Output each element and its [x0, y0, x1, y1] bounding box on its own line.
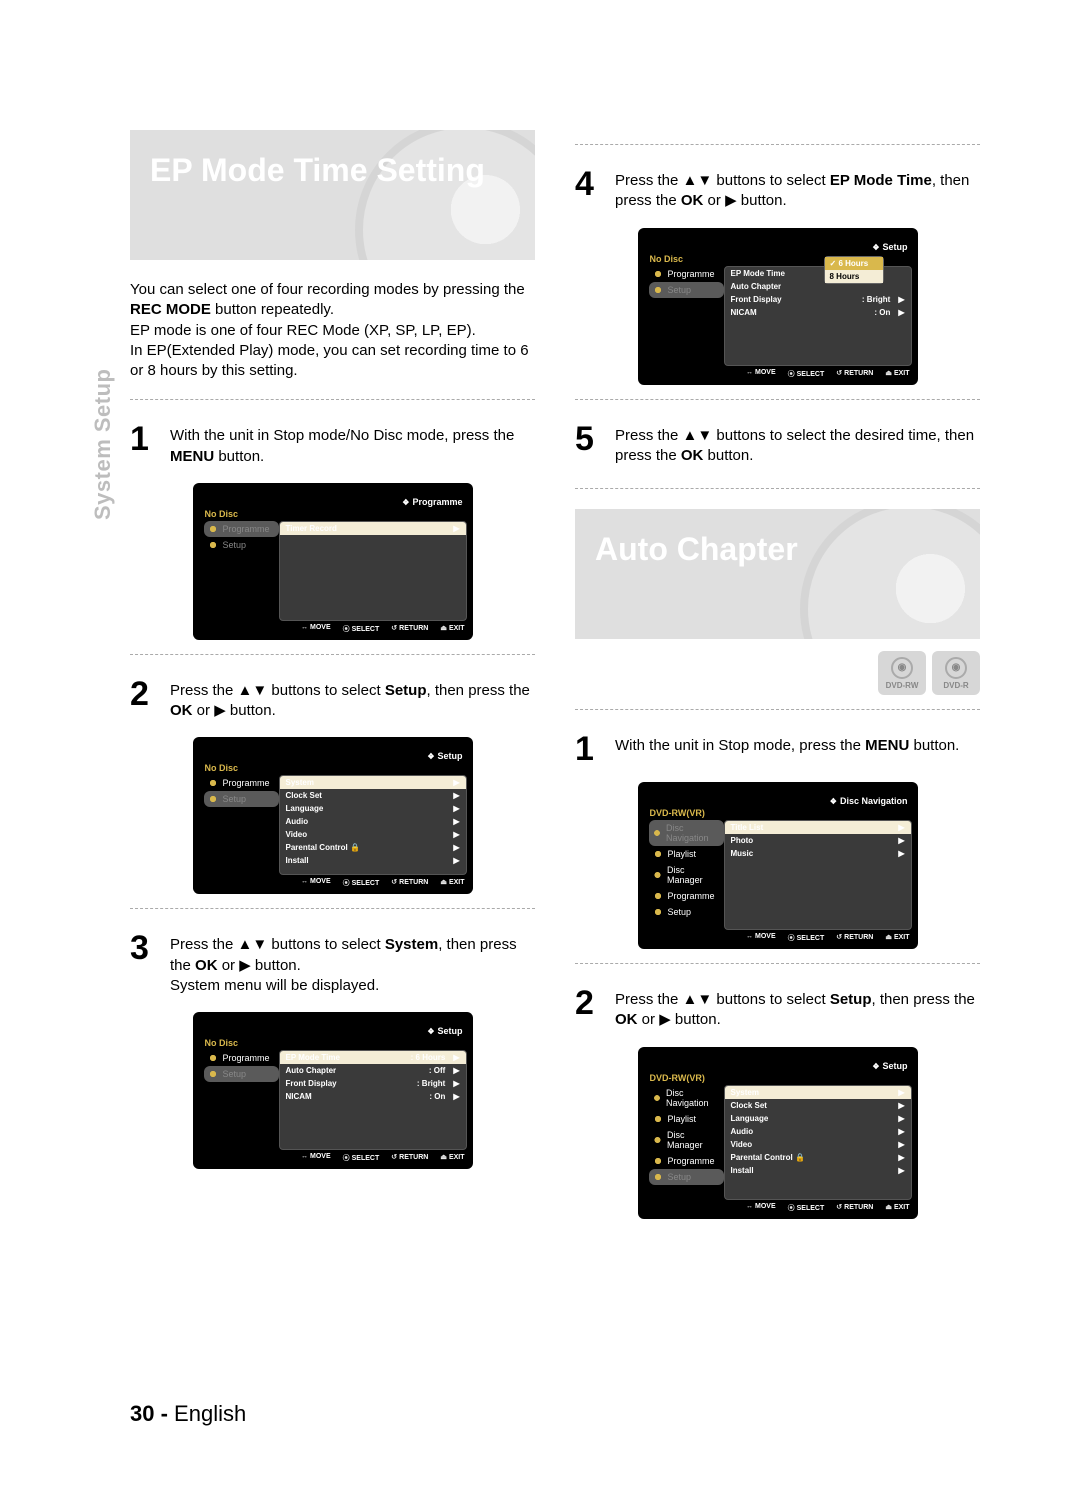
step-3: 3 Press the ▲▼ buttons to select System,…: [130, 923, 535, 1004]
ui-screenshot-3: ❖Setup No Disc Programme Setup EP Mode T…: [193, 1012, 473, 1169]
sidebar-item-disc-manager[interactable]: Disc Manager: [649, 862, 724, 888]
sidebar-item-setup[interactable]: Setup: [204, 537, 279, 553]
intro-text: You can select one of four recording mod…: [130, 280, 535, 381]
heading-auto-chapter: Auto Chapter: [575, 509, 980, 568]
divider: [575, 963, 980, 964]
menu-item[interactable]: Clock Set▶: [725, 1099, 911, 1112]
menu-item[interactable]: NICAM: On▶: [280, 1090, 466, 1103]
right-column: 4 Press the ▲▼ buttons to select EP Mode…: [575, 130, 980, 1231]
ac-step-2: 2 Press the ▲▼ buttons to select Setup, …: [575, 978, 980, 1039]
menu-item-system[interactable]: System▶: [280, 776, 466, 789]
menu-item[interactable]: Audio▶: [280, 815, 466, 828]
menu-item[interactable]: Parental Control 🔒▶: [280, 841, 466, 854]
sidebar-item-setup[interactable]: Setup: [204, 1066, 279, 1082]
menu-item[interactable]: Clock Set▶: [280, 789, 466, 802]
sidebar-item-setup[interactable]: Setup: [649, 904, 724, 920]
badge-dvd-rw: ◉DVD-RW: [878, 651, 926, 695]
menu-item[interactable]: Language▶: [725, 1112, 911, 1125]
sidebar-item-programme[interactable]: Programme: [204, 1050, 279, 1066]
sidebar-item-disc-navigation[interactable]: Disc Navigation: [649, 820, 724, 846]
menu-item[interactable]: Audio▶: [725, 1125, 911, 1138]
menu-item-ep-mode-time[interactable]: EP Mode Time: 6 Hours▶: [280, 1051, 466, 1064]
title-auto-chapter: Auto Chapter: [575, 509, 980, 639]
sidebar-item-setup[interactable]: Setup: [204, 791, 279, 807]
step-5: 5 Press the ▲▼ buttons to select the des…: [575, 414, 980, 475]
menu-item[interactable]: Parental Control 🔒▶: [725, 1151, 911, 1164]
left-column: EP Mode Time Setting You can select one …: [130, 130, 535, 1231]
sidebar-item-disc-navigation[interactable]: Disc Navigation: [649, 1085, 724, 1111]
screen-footer: ↔MOVE ⦿SELECT ↺RETURN ⏏EXIT: [638, 366, 918, 385]
sidebar-item-setup[interactable]: Setup: [649, 282, 724, 298]
screen-footer: ↔MOVE ⦿SELECT ↺RETURN ⏏EXIT: [193, 621, 473, 640]
menu-item-system[interactable]: System▶: [725, 1086, 911, 1099]
menu-item-title-list[interactable]: Title List▶: [725, 821, 911, 834]
screen-footer: ↔MOVE ⦿SELECT ↺RETURN ⏏EXIT: [193, 1150, 473, 1169]
heading-ep-mode: EP Mode Time Setting: [130, 130, 535, 189]
sidebar-item-playlist[interactable]: Playlist: [649, 1111, 724, 1127]
sidebar-item-programme[interactable]: Programme: [649, 266, 724, 282]
badge-dvd-r: ◉DVD-R: [932, 651, 980, 695]
ui-screenshot-6: ❖Setup DVD-RW(VR) Disc Navigation Playli…: [638, 1047, 918, 1219]
screen-footer: ↔MOVE ⦿SELECT ↺RETURN ⏏EXIT: [193, 875, 473, 894]
disc-type-badges: ◉DVD-RW ◉DVD-R: [575, 651, 980, 695]
sidebar-item-programme[interactable]: Programme: [204, 521, 279, 537]
option-6-hours[interactable]: ✓ 6 Hours: [825, 257, 883, 270]
sidebar-item-programme[interactable]: Programme: [649, 888, 724, 904]
menu-item[interactable]: Front Display: Bright▶: [725, 293, 911, 306]
title-ep-mode: EP Mode Time Setting: [130, 130, 535, 260]
menu-item[interactable]: Install▶: [725, 1164, 911, 1177]
sidebar-item-programme[interactable]: Programme: [649, 1153, 724, 1169]
menu-item[interactable]: Front Display: Bright▶: [280, 1077, 466, 1090]
ui-screenshot-5: ❖Disc Navigation DVD-RW(VR) Disc Navigat…: [638, 782, 918, 949]
step-1: 1 With the unit in Stop mode/No Disc mod…: [130, 414, 535, 475]
divider: [130, 654, 535, 655]
ui-screenshot-2: ❖Setup No Disc Programme Setup System▶ C…: [193, 737, 473, 894]
menu-item[interactable]: Language▶: [280, 802, 466, 815]
sidebar-item-disc-manager[interactable]: Disc Manager: [649, 1127, 724, 1153]
popup-ep-time-options: ✓ 6 Hours 8 Hours: [824, 256, 884, 284]
page-footer: 30 - English: [130, 1401, 246, 1427]
screen-footer: ↔MOVE ⦿SELECT ↺RETURN ⏏EXIT: [638, 930, 918, 949]
menu-item[interactable]: Install▶: [280, 854, 466, 867]
ui-screenshot-1: ❖Programme No Disc Programme Setup Timer…: [193, 483, 473, 640]
option-8-hours[interactable]: 8 Hours: [825, 270, 883, 283]
divider: [575, 399, 980, 400]
menu-item-timer-record[interactable]: Timer Record▶: [280, 522, 466, 535]
menu-item[interactable]: Video▶: [725, 1138, 911, 1151]
menu-item[interactable]: Photo▶: [725, 834, 911, 847]
ac-step-1: 1 With the unit in Stop mode, press the …: [575, 724, 980, 774]
sidebar-item-setup[interactable]: Setup: [649, 1169, 724, 1185]
menu-item[interactable]: Video▶: [280, 828, 466, 841]
step-4: 4 Press the ▲▼ buttons to select EP Mode…: [575, 159, 980, 220]
sidebar-item-programme[interactable]: Programme: [204, 775, 279, 791]
divider: [575, 488, 980, 489]
menu-item[interactable]: Music▶: [725, 847, 911, 860]
sidebar-item-playlist[interactable]: Playlist: [649, 846, 724, 862]
divider: [575, 709, 980, 710]
ui-screenshot-4: ❖Setup No Disc Programme Setup EP Mode T…: [638, 228, 918, 385]
divider: [130, 399, 535, 400]
screen-footer: ↔MOVE ⦿SELECT ↺RETURN ⏏EXIT: [638, 1200, 918, 1219]
divider: [575, 144, 980, 145]
menu-item[interactable]: Auto Chapter: Off▶: [280, 1064, 466, 1077]
step-2: 2 Press the ▲▼ buttons to select Setup, …: [130, 669, 535, 730]
divider: [130, 908, 535, 909]
menu-item[interactable]: NICAM: On▶: [725, 306, 911, 319]
